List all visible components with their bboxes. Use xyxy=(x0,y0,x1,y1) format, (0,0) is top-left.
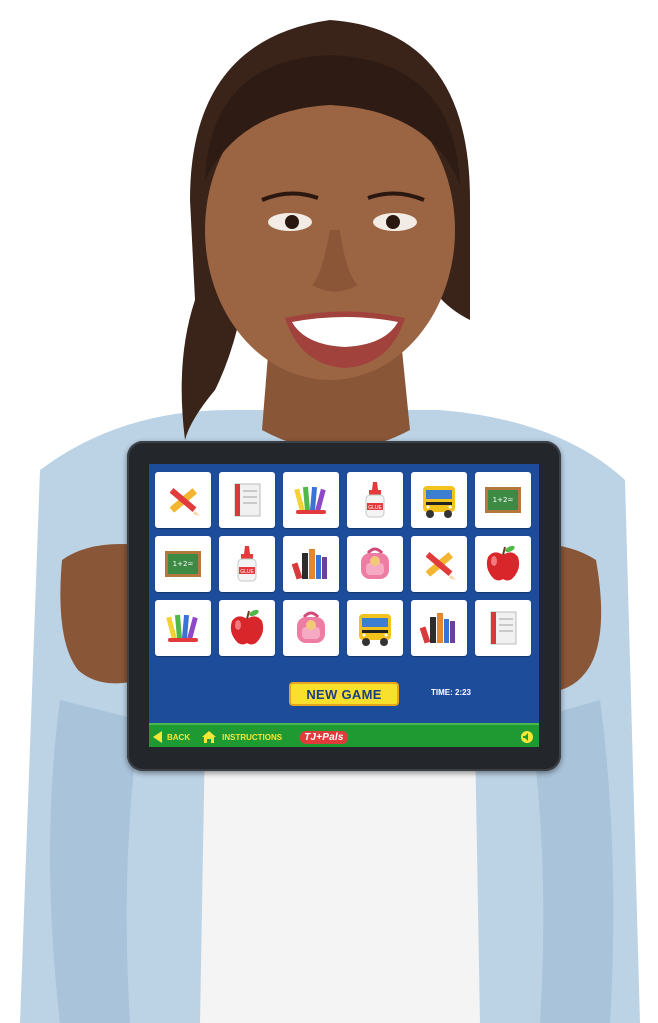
timer-display: TIME: 2:23 xyxy=(431,688,472,697)
memory-card[interactable]: 1+2= xyxy=(155,536,211,592)
memory-card[interactable] xyxy=(347,536,403,592)
instructions-button[interactable]: INSTRUCTIONS xyxy=(222,733,282,742)
new-game-button[interactable]: NEW GAME xyxy=(289,682,399,706)
memory-card[interactable] xyxy=(411,536,467,592)
memory-card[interactable] xyxy=(411,600,467,656)
logo-label: TJ+Pals xyxy=(304,731,344,743)
school-bus-icon xyxy=(359,614,391,646)
backpack-icon xyxy=(297,611,325,643)
memory-card[interactable]: GLUE xyxy=(347,472,403,528)
memory-card[interactable]: GLUE xyxy=(219,536,275,592)
sound-toggle-button[interactable] xyxy=(521,731,533,743)
back-arrow-icon xyxy=(153,731,162,743)
books-icon xyxy=(419,613,455,644)
pencil-ruler-icon xyxy=(169,488,200,516)
books-icon xyxy=(291,549,327,580)
memory-card[interactable] xyxy=(219,600,275,656)
game-screen: GLUE 1+2= 1+2= GLUE NEW GAME TIME: 2:23 … xyxy=(149,464,539,747)
glue-label: GLUE xyxy=(240,569,254,575)
apple-icon xyxy=(486,545,520,581)
memory-card[interactable] xyxy=(155,472,211,528)
school-bus-icon xyxy=(423,486,455,518)
chalkboard-icon: 1+2= xyxy=(165,551,201,577)
tj-pals-logo[interactable]: TJ+Pals xyxy=(300,730,348,744)
memory-card[interactable] xyxy=(283,600,339,656)
memory-card[interactable] xyxy=(411,472,467,528)
memory-card[interactable] xyxy=(283,536,339,592)
backpack-icon xyxy=(361,547,389,579)
memory-card-grid: GLUE 1+2= 1+2= GLUE xyxy=(155,472,535,660)
memory-card[interactable]: 1+2= xyxy=(475,472,531,528)
crayons-icon xyxy=(166,614,198,642)
glue-bottle-icon: GLUE xyxy=(365,482,385,518)
glue-bottle-icon: GLUE xyxy=(237,546,257,582)
notebook-icon xyxy=(490,611,517,645)
apple-icon xyxy=(230,609,264,645)
tablet-device: GLUE 1+2= 1+2= GLUE NEW GAME TIME: 2:23 … xyxy=(127,441,561,771)
back-label: BACK xyxy=(167,732,191,742)
home-icon xyxy=(202,731,217,743)
crayons-icon xyxy=(294,486,326,514)
pencil-ruler-icon xyxy=(425,552,456,580)
memory-card[interactable] xyxy=(347,600,403,656)
memory-card[interactable] xyxy=(283,472,339,528)
bottom-toolbar: BACK INSTRUCTIONS TJ+Pals xyxy=(149,723,539,747)
memory-card[interactable] xyxy=(155,600,211,656)
chalkboard-text: 1+2= xyxy=(493,496,514,504)
notebook-icon xyxy=(234,483,261,517)
memory-card[interactable] xyxy=(219,472,275,528)
chalkboard-text: 1+2= xyxy=(173,560,194,568)
back-button[interactable]: BACK xyxy=(153,731,190,743)
chalkboard-icon: 1+2= xyxy=(485,487,521,513)
glue-label: GLUE xyxy=(368,505,382,511)
memory-card[interactable] xyxy=(475,600,531,656)
speaker-icon xyxy=(523,733,528,741)
home-button[interactable] xyxy=(202,731,217,743)
memory-card[interactable] xyxy=(475,536,531,592)
instructions-label: INSTRUCTIONS xyxy=(222,732,283,742)
